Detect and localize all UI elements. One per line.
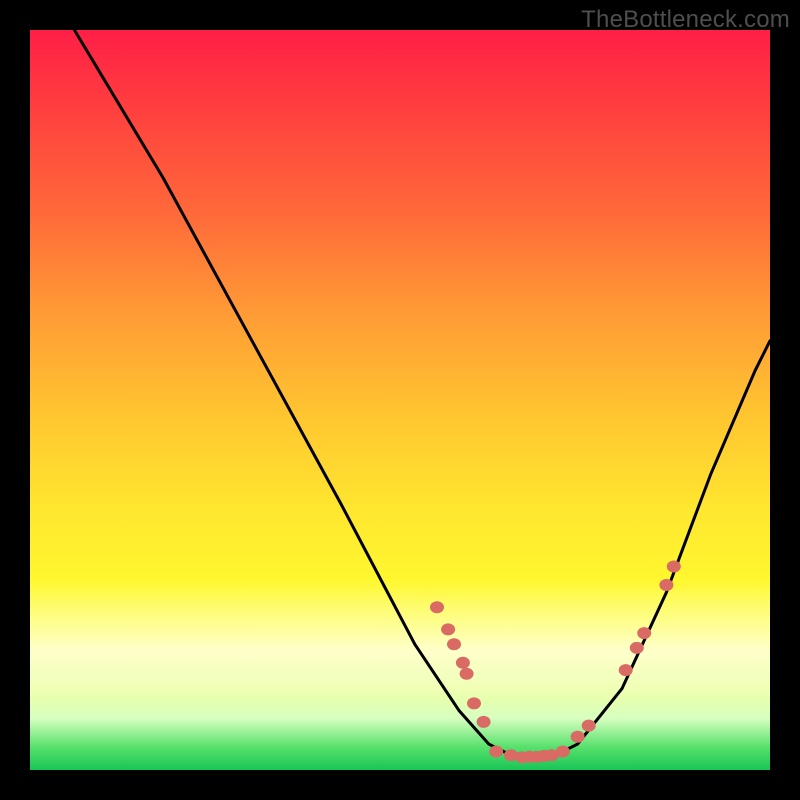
chart-frame: TheBottleneck.com [0,0,800,800]
curve-markers [430,561,681,764]
data-point [637,627,651,639]
data-point [447,638,461,650]
data-point [619,664,633,676]
curve-layer [30,30,770,770]
data-point [430,601,444,613]
data-point [477,716,491,728]
data-point [582,720,596,732]
plot-area [30,30,770,770]
data-point [460,668,474,680]
data-point [467,697,481,709]
data-point [556,746,570,758]
data-point [489,746,503,758]
data-point [571,731,585,743]
bottleneck-curve [74,30,770,759]
data-point [630,642,644,654]
data-point [659,579,673,591]
data-point [456,657,470,669]
data-point [667,561,681,573]
data-point [441,623,455,635]
